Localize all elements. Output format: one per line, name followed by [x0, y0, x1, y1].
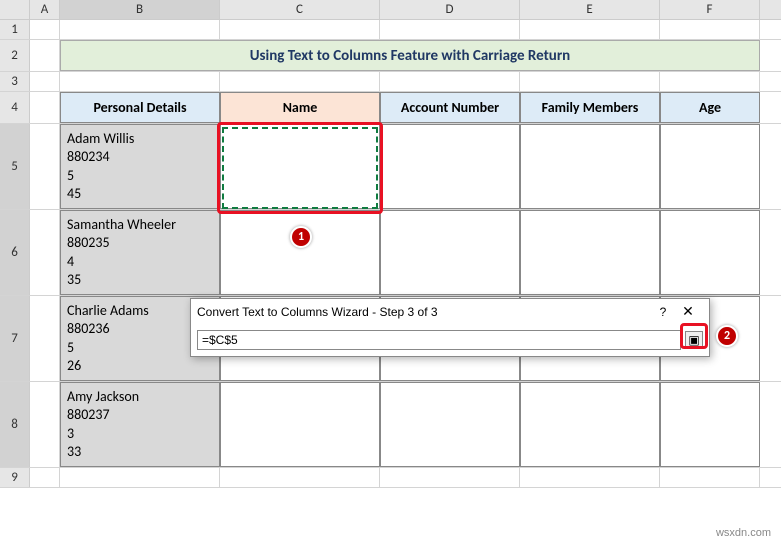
row-1: 1 [0, 20, 781, 40]
cell-c9[interactable] [220, 468, 380, 487]
cell-f9[interactable] [660, 468, 760, 487]
header-family[interactable]: Family Members [520, 92, 660, 123]
cell-e6[interactable] [520, 210, 660, 295]
cell-line: 5 [67, 339, 74, 357]
row-5: 5 Adam Willis 880234 5 45 [0, 124, 781, 210]
column-headers: A B C D E F [0, 0, 781, 20]
dialog-title: Convert Text to Columns Wizard - Step 3 … [197, 305, 653, 319]
cell-d1[interactable] [380, 20, 520, 39]
cell-line: Samantha Wheeler [67, 216, 176, 234]
row-header-7[interactable]: 7 [0, 296, 30, 381]
cell-e5[interactable] [520, 124, 660, 209]
cell-f8[interactable] [660, 382, 760, 467]
cell-a1[interactable] [30, 20, 60, 39]
row-header-2[interactable]: 2 [0, 40, 30, 71]
select-all-corner[interactable] [0, 0, 30, 19]
row-4: 4 Personal Details Name Account Number F… [0, 92, 781, 124]
dialog-titlebar[interactable]: Convert Text to Columns Wizard - Step 3 … [191, 299, 709, 324]
cell-b6[interactable]: Samantha Wheeler 880235 4 35 [60, 210, 220, 295]
dialog-body: ▣ [191, 324, 709, 356]
cell-line: 26 [67, 357, 81, 375]
cell-f3[interactable] [660, 72, 760, 91]
cell-e9[interactable] [520, 468, 660, 487]
cell-line: 880235 [67, 234, 110, 252]
cell-b3[interactable] [60, 72, 220, 91]
cell-line: 4 [67, 253, 74, 271]
cell-c8[interactable] [220, 382, 380, 467]
callout-1: 1 [290, 226, 312, 248]
text-to-columns-dialog[interactable]: Convert Text to Columns Wizard - Step 3 … [190, 298, 710, 357]
col-header-d[interactable]: D [380, 0, 520, 19]
row-3: 3 [0, 72, 781, 92]
cell-line: 45 [67, 185, 81, 203]
cell-e1[interactable] [520, 20, 660, 39]
col-header-a[interactable]: A [30, 0, 60, 19]
col-header-e[interactable]: E [520, 0, 660, 19]
row-header-4[interactable]: 4 [0, 92, 30, 123]
callout-2: 2 [716, 325, 738, 347]
cell-c6[interactable] [220, 210, 380, 295]
cell-line: 880236 [67, 320, 110, 338]
cell-c3[interactable] [220, 72, 380, 91]
row-6: 6 Samantha Wheeler 880235 4 35 [0, 210, 781, 296]
cell-d5[interactable] [380, 124, 520, 209]
cell-f5[interactable] [660, 124, 760, 209]
cell-b1[interactable] [60, 20, 220, 39]
cell-b5[interactable]: Adam Willis 880234 5 45 [60, 124, 220, 209]
cell-line: 5 [67, 167, 74, 185]
cell-e3[interactable] [520, 72, 660, 91]
cell-a5[interactable] [30, 124, 60, 209]
cell-a3[interactable] [30, 72, 60, 91]
cell-b8[interactable]: Amy Jackson 880237 3 33 [60, 382, 220, 467]
help-button[interactable]: ? [653, 305, 673, 319]
header-age[interactable]: Age [660, 92, 760, 123]
cell-d9[interactable] [380, 468, 520, 487]
cell-a4[interactable] [30, 92, 60, 123]
cell-line: 35 [67, 271, 81, 289]
cell-line: Adam Willis [67, 130, 134, 148]
cell-line: Charlie Adams [67, 302, 149, 320]
cell-a8[interactable] [30, 382, 60, 467]
cell-b9[interactable] [60, 468, 220, 487]
row-2: 2 Using Text to Columns Feature with Car… [0, 40, 781, 72]
row-header-5[interactable]: 5 [0, 124, 30, 209]
row-header-6[interactable]: 6 [0, 210, 30, 295]
cell-e8[interactable] [520, 382, 660, 467]
row-header-1[interactable]: 1 [0, 20, 30, 39]
destination-input[interactable] [197, 330, 681, 350]
watermark: wsxdn.com [716, 527, 771, 539]
cell-f1[interactable] [660, 20, 760, 39]
cell-a7[interactable] [30, 296, 60, 381]
expand-dialog-button[interactable]: ▣ [685, 331, 703, 349]
cell-line: Amy Jackson [67, 388, 139, 406]
header-account[interactable]: Account Number [380, 92, 520, 123]
cell-line: 880237 [67, 406, 110, 424]
close-button[interactable]: ✕ [673, 303, 703, 320]
col-header-b[interactable]: B [60, 0, 220, 19]
cell-c1[interactable] [220, 20, 380, 39]
cell-d8[interactable] [380, 382, 520, 467]
cell-line: 33 [67, 443, 81, 461]
cell-f6[interactable] [660, 210, 760, 295]
cell-line: 880234 [67, 148, 110, 166]
spreadsheet-grid: A B C D E F 1 2 Using Text to Columns Fe… [0, 0, 781, 488]
title-cell[interactable]: Using Text to Columns Feature with Carri… [60, 40, 760, 71]
cell-d6[interactable] [380, 210, 520, 295]
expand-icon: ▣ [688, 333, 699, 347]
row-header-3[interactable]: 3 [0, 72, 30, 91]
row-9: 9 [0, 468, 781, 488]
cell-a6[interactable] [30, 210, 60, 295]
cell-c5[interactable] [220, 124, 380, 209]
row-header-9[interactable]: 9 [0, 468, 30, 487]
row-header-8[interactable]: 8 [0, 382, 30, 467]
cell-a2[interactable] [30, 40, 60, 71]
col-header-f[interactable]: F [660, 0, 760, 19]
header-personal[interactable]: Personal Details [60, 92, 220, 123]
cell-line: 3 [67, 425, 74, 443]
col-header-c[interactable]: C [220, 0, 380, 19]
cell-d3[interactable] [380, 72, 520, 91]
header-name[interactable]: Name [220, 92, 380, 123]
row-8: 8 Amy Jackson 880237 3 33 [0, 382, 781, 468]
cell-a9[interactable] [30, 468, 60, 487]
